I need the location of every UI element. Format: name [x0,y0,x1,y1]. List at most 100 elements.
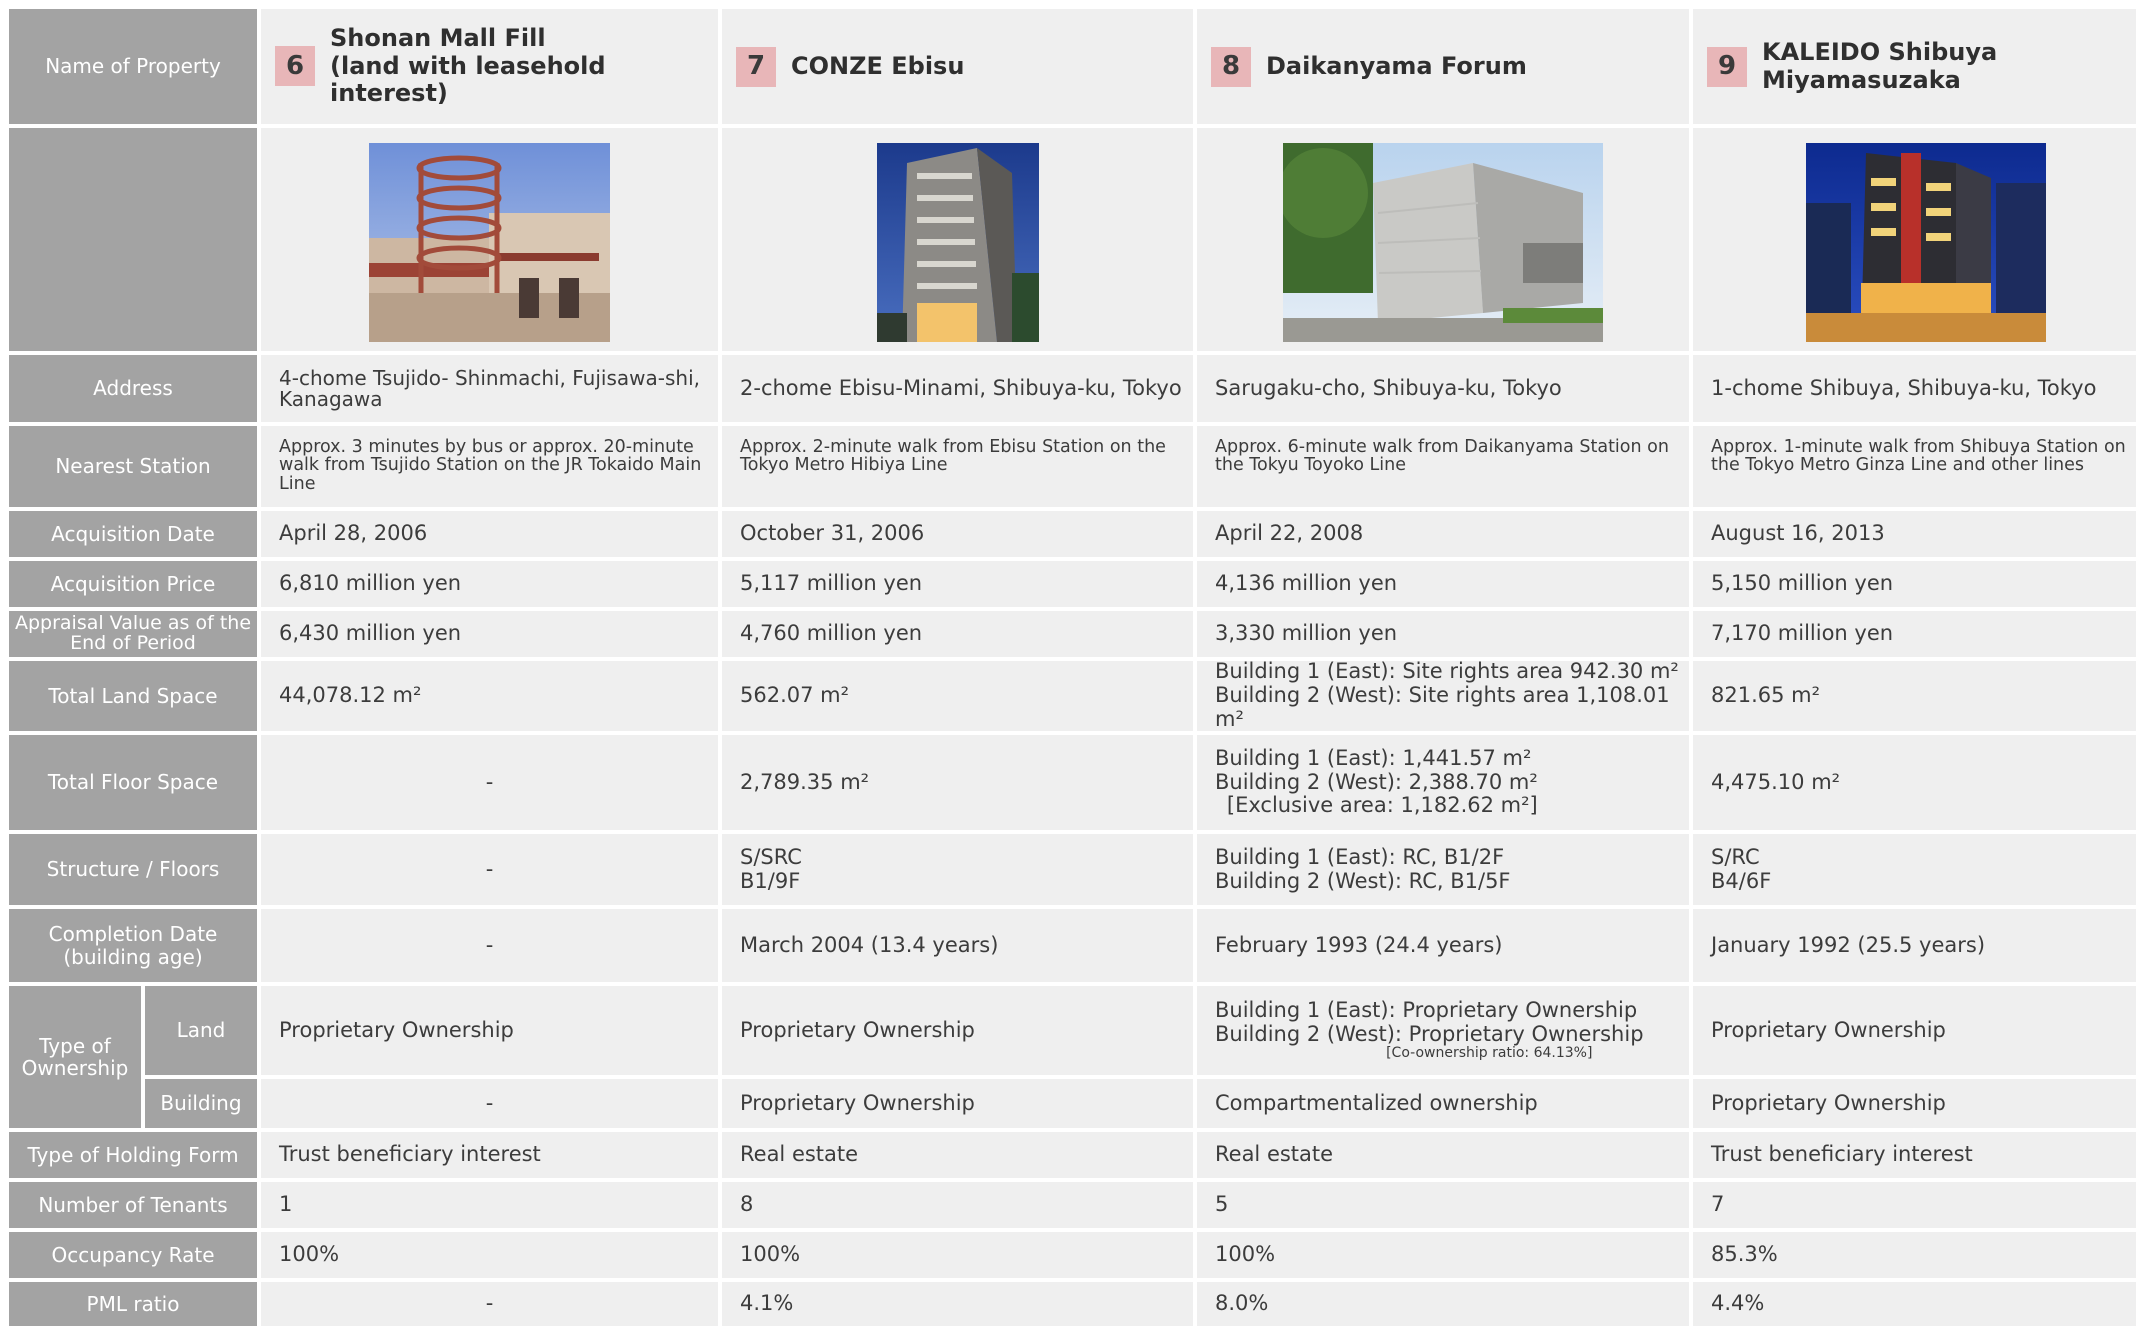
property-table: Name of Property 6 Shonan Mall Fill (land… [9,9,2136,1326]
property-number-badge: 8 [1211,46,1251,87]
tenants-cell: 5 [1197,1182,1689,1228]
row-label-station: Nearest Station [9,426,257,507]
ownership-land-cell: Proprietary Ownership [261,986,718,1075]
ownership-land-line: Building 2 (West): Proprietary Ownership [1215,1021,1644,1046]
property-name-cell: 7 CONZE Ebisu [722,9,1193,124]
property-name-sub: Miyamasuzaka [1762,65,1961,94]
station-cell: Approx. 2-minute walk from Ebisu Station… [722,426,1193,507]
appraisal-cell: 3,330 million yen [1197,611,1689,657]
floor-space-note: [Exclusive area: 1,182.62 m²] [1226,793,1538,818]
floor-space-cell: 2,789.35 m² [722,735,1193,830]
ownership-land-cell: Building 1 (East): Proprietary Ownership… [1197,986,1689,1075]
occupancy-cell: 100% [261,1232,718,1278]
row-label-photo [9,128,257,351]
row-label-holding: Type of Holding Form [9,1132,257,1178]
row-label-address: Address [9,355,257,422]
structure-line: Building 1 (East): RC, B1/2F [1215,844,1505,869]
holding-cell: Trust beneficiary interest [1693,1132,2136,1178]
row-label-ownership: Type of Ownership [9,986,141,1128]
office-building-photo [876,143,1039,342]
land-space-line: Building 1 (East): Site rights area 942.… [1215,661,1679,684]
acq-price-cell: 6,810 million yen [261,561,718,607]
pml-cell: - [261,1282,718,1326]
acq-price-cell: 5,150 million yen [1693,561,2136,607]
occupancy-cell: 100% [722,1232,1193,1278]
concrete-building-photo [1283,143,1603,342]
completion-cell: February 1993 (24.4 years) [1197,909,1689,982]
row-label-appraisal: Appraisal Value as of the End of Period [9,611,257,657]
ownership-land-line: Building 1 (East): Proprietary Ownership [1215,997,1638,1022]
night-building-photo [1806,143,2046,342]
acq-price-cell: 4,136 million yen [1197,561,1689,607]
property-number-badge: 6 [275,46,315,87]
structure-line: B4/6F [1711,868,1772,893]
row-label-floor-space: Total Floor Space [9,735,257,830]
land-space-cell: 562.07 m² [722,661,1193,731]
property-number-badge: 9 [1707,46,1747,87]
photo-cell [261,128,718,351]
row-label-land-space: Total Land Space [9,661,257,731]
holding-cell: Trust beneficiary interest [261,1132,718,1178]
floor-space-cell: 4,475.10 m² [1693,735,2136,830]
property-name: Shonan Mall Fill [330,24,546,53]
completion-cell: January 1992 (25.5 years) [1693,909,2136,982]
floor-space-cell: - [261,735,718,830]
row-label-structure: Structure / Floors [9,834,257,905]
completion-cell: March 2004 (13.4 years) [722,909,1193,982]
property-name-cell: 9 KALEIDO Shibuya Miyamasuzaka [1693,9,2136,124]
ownership-land-cell: Proprietary Ownership [722,986,1193,1075]
ownership-land-cell: Proprietary Ownership [1693,986,2136,1075]
structure-cell: - [261,834,718,905]
address-cell: 4-chome Tsujido- Shinmachi, Fujisawa-shi… [261,355,718,422]
acq-date-cell: April 28, 2006 [261,511,718,557]
row-label-name: Name of Property [9,9,257,124]
appraisal-cell: 6,430 million yen [261,611,718,657]
ownership-building-cell: - [261,1079,718,1128]
property-name: KALEIDO Shibuya [1762,38,1998,67]
appraisal-cell: 4,760 million yen [722,611,1193,657]
shopping-mall-photo [369,143,610,342]
floor-space-cell: Building 1 (East): 1,441.57 m² Building 2… [1197,735,1689,830]
tenants-cell: 8 [722,1182,1193,1228]
floor-space-line: Building 2 (West): 2,388.70 m² [1215,769,1538,794]
structure-cell: Building 1 (East): RC, B1/2F Building 2 (… [1197,834,1689,905]
land-space-line: 44,078.12 m² [279,683,422,708]
ownership-building-cell: Proprietary Ownership [722,1079,1193,1128]
pml-cell: 8.0% [1197,1282,1689,1326]
pml-cell: 4.4% [1693,1282,2136,1326]
acq-price-cell: 5,117 million yen [722,561,1193,607]
acq-date-cell: April 22, 2008 [1197,511,1689,557]
occupancy-cell: 85.3% [1693,1232,2136,1278]
structure-line: S/SRC [740,844,802,869]
structure-line: B1/9F [740,868,801,893]
land-space-cell: 44,078.12 m² [261,661,718,731]
station-cell: Approx. 6-minute walk from Daikanyama St… [1197,426,1689,507]
land-space-cell: Building 1 (East): Site rights area 942.… [1197,661,1689,731]
address-cell: 2-chome Ebisu-Minami, Shibuya-ku, Tokyo [722,355,1193,422]
station-cell: Approx. 3 minutes by bus or approx. 20-m… [261,426,718,507]
ownership-building-cell: Proprietary Ownership [1693,1079,2136,1128]
property-name-cell: 6 Shonan Mall Fill (land with leasehold i… [261,9,718,124]
structure-line: Building 2 (West): RC, B1/5F [1215,868,1511,893]
row-label-ownership-building: Building [145,1079,257,1128]
co-ownership-note: [Co-ownership ratio: 64.13%] [1386,1045,1593,1062]
property-number-badge: 7 [736,46,776,87]
photo-cell [1197,128,1689,351]
acq-date-cell: October 31, 2006 [722,511,1193,557]
land-space-line: 562.07 m² [740,683,850,708]
holding-cell: Real estate [722,1132,1193,1178]
ownership-building-cell: Compartmentalized ownership [1197,1079,1689,1128]
property-name-sub: (land with leasehold interest) [330,51,606,108]
completion-cell: - [261,909,718,982]
address-cell: Sarugaku-cho, Shibuya-ku, Tokyo [1197,355,1689,422]
structure-cell: S/RC B4/6F [1693,834,2136,905]
row-label-occupancy: Occupancy Rate [9,1232,257,1278]
row-label-ownership-land: Land [145,986,257,1075]
photo-cell [1693,128,2136,351]
property-name-cell: 8 Daikanyama Forum [1197,9,1689,124]
property-name: CONZE Ebisu [791,51,965,80]
appraisal-cell: 7,170 million yen [1693,611,2136,657]
property-name: Daikanyama Forum [1266,51,1527,80]
land-space-line: 821.65 m² [1711,683,1821,708]
acq-date-cell: August 16, 2013 [1693,511,2136,557]
